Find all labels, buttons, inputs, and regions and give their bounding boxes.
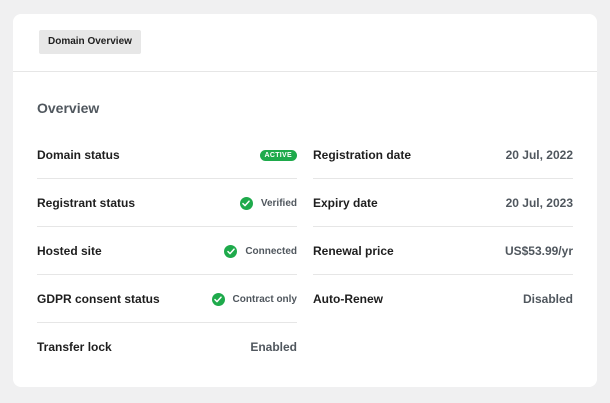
transfer-lock-row: Transfer lock Enabled bbox=[37, 323, 297, 371]
registrant-status-text: Verified bbox=[260, 198, 297, 209]
transfer-lock-value: Enabled bbox=[250, 340, 297, 354]
registrant-status-label: Registrant status bbox=[37, 196, 136, 210]
gdpr-consent-row: GDPR consent status Contract only bbox=[37, 275, 297, 323]
status-badge: ACTIVE bbox=[259, 150, 297, 161]
expiry-date-label: Expiry date bbox=[313, 196, 378, 210]
expiry-date-row: Expiry date 20 Jul, 2023 bbox=[313, 179, 573, 227]
domain-overview-card: Domain Overview Overview Domain status A… bbox=[13, 14, 597, 387]
registrant-status-value: Verified bbox=[239, 179, 297, 228]
gdpr-consent-value: Contract only bbox=[211, 275, 297, 324]
registration-date-label: Registration date bbox=[313, 148, 412, 162]
renewal-price-label: Renewal price bbox=[313, 244, 394, 258]
registration-date-row: Registration date 20 Jul, 2022 bbox=[313, 131, 573, 179]
renewal-price-row: Renewal price US$53.99/yr bbox=[313, 227, 573, 275]
check-circle-icon bbox=[239, 197, 253, 210]
domain-status-value: ACTIVE bbox=[259, 131, 297, 180]
right-details-column: Registration date 20 Jul, 2022 Expiry da… bbox=[313, 131, 573, 323]
auto-renew-row: Auto-Renew Disabled bbox=[313, 275, 573, 323]
tab-domain-overview[interactable]: Domain Overview bbox=[39, 30, 141, 54]
auto-renew-value: Disabled bbox=[522, 292, 573, 306]
auto-renew-label: Auto-Renew bbox=[313, 292, 383, 306]
hosted-site-text: Connected bbox=[245, 246, 297, 257]
left-details-column: Domain status ACTIVE Registrant status V… bbox=[37, 131, 297, 371]
hosted-site-label: Hosted site bbox=[37, 244, 102, 258]
hosted-site-row: Hosted site Connected bbox=[37, 227, 297, 275]
renewal-price-value: US$53.99/yr bbox=[504, 244, 573, 258]
registration-date-value: 20 Jul, 2022 bbox=[505, 148, 573, 162]
check-circle-icon bbox=[211, 293, 225, 306]
domain-status-label: Domain status bbox=[37, 148, 120, 162]
gdpr-consent-label: GDPR consent status bbox=[37, 292, 160, 306]
expiry-date-value: 20 Jul, 2023 bbox=[505, 196, 573, 210]
gdpr-consent-text: Contract only bbox=[232, 294, 297, 305]
registrant-status-row: Registrant status Verified bbox=[37, 179, 297, 227]
hosted-site-value: Connected bbox=[224, 227, 297, 276]
check-circle-icon bbox=[224, 245, 238, 258]
section-title: Overview bbox=[37, 100, 100, 116]
card-header: Domain Overview bbox=[13, 14, 597, 72]
domain-status-row: Domain status ACTIVE bbox=[37, 131, 297, 179]
transfer-lock-label: Transfer lock bbox=[37, 340, 112, 354]
